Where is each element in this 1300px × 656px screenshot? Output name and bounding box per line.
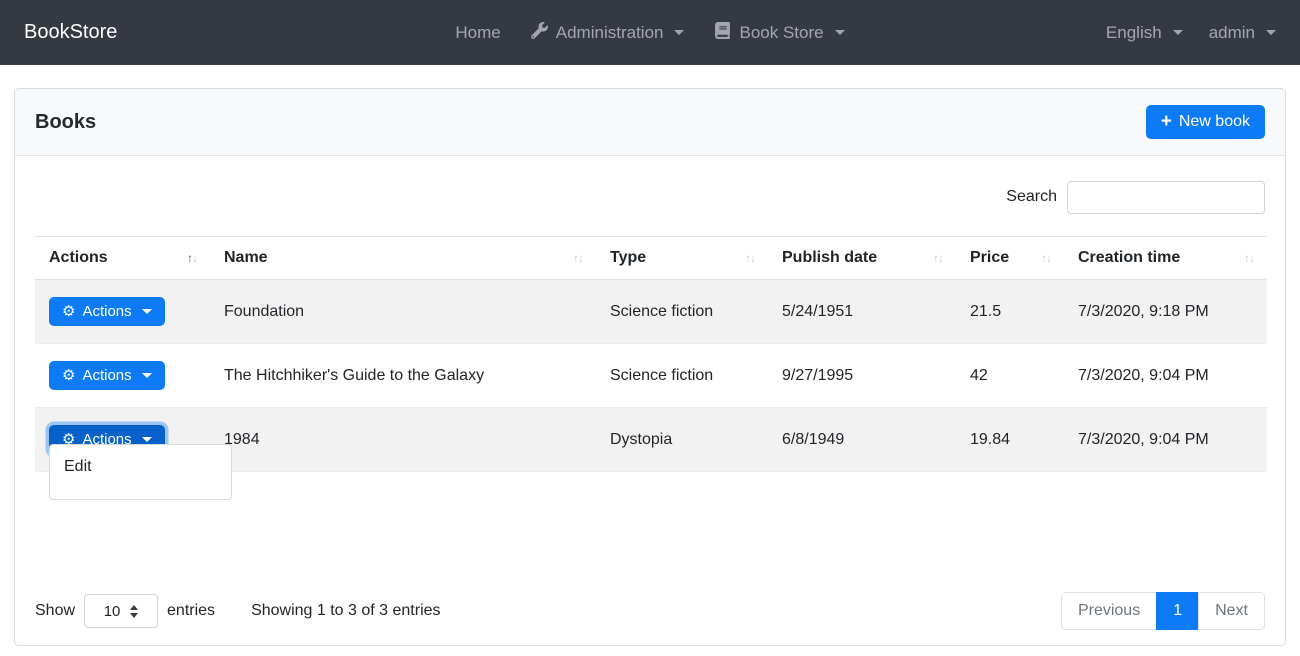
cell-name: The Hitchhiker's Guide to the Galaxy (210, 344, 596, 408)
show-label: Show (35, 602, 75, 620)
dropdown-item-edit[interactable]: Edit (50, 453, 231, 481)
sort-arrows-icon: ↑↓ (187, 251, 196, 265)
cell-type: Science fiction (596, 344, 768, 408)
nav-item-book-store[interactable]: Book Store (714, 22, 844, 44)
sort-arrows-icon: ↑↓ (1041, 251, 1050, 265)
cell-actions: ⚙ Actions (35, 280, 210, 344)
sort-arrows-icon: ↑↓ (745, 251, 754, 265)
chevron-down-icon (1266, 30, 1276, 35)
pagination-previous-button[interactable]: Previous (1061, 592, 1157, 630)
actions-dropdown-menu: Edit (49, 444, 232, 500)
page-length-control: Show 10 entries (35, 594, 215, 628)
nav-item-administration-label: Administration (556, 23, 664, 43)
table-footer: Show 10 entries Showing 1 to 3 of 3 entr… (35, 592, 1265, 630)
cell-actions: ⚙ Actions (35, 344, 210, 408)
card-header: Books + New book (15, 89, 1285, 156)
row-actions-button[interactable]: ⚙ Actions (49, 297, 165, 326)
search-input[interactable] (1067, 181, 1265, 214)
table-row: ⚙ Actions FoundationScience fiction5/24/19… (35, 280, 1267, 344)
actions-button-label: Actions (82, 303, 131, 320)
cell-publish-date: 9/27/1995 (768, 344, 956, 408)
entries-label: entries (167, 602, 215, 620)
cell-publish-date: 6/8/1949 (768, 408, 956, 472)
cell-name: Foundation (210, 280, 596, 344)
sort-arrows-icon: ↑↓ (1244, 251, 1253, 265)
navbar-menu: Home Administration Book Store (455, 22, 844, 44)
navbar-right: English admin (845, 23, 1276, 43)
cell-type: Science fiction (596, 280, 768, 344)
sort-arrows-icon: ↑↓ (933, 251, 942, 265)
cell-type: Dystopia (596, 408, 768, 472)
card-body: Search Actions↑↓Name↑↓Type↑↓Publish date… (15, 156, 1285, 630)
book-icon (714, 22, 731, 44)
pagination: Previous 1 Next (1061, 592, 1265, 630)
new-book-button[interactable]: + New book (1146, 105, 1265, 139)
cell-creation-time: 7/3/2020, 9:04 PM (1064, 344, 1267, 408)
nav-item-book-store-label: Book Store (739, 23, 823, 43)
nav-item-administration[interactable]: Administration (531, 22, 685, 44)
row-actions-button[interactable]: ⚙ Actions (49, 361, 165, 390)
table-header-row: Actions↑↓Name↑↓Type↑↓Publish date↑↓Price… (35, 237, 1267, 280)
select-arrows-icon (130, 605, 138, 618)
books-table: Actions↑↓Name↑↓Type↑↓Publish date↑↓Price… (35, 236, 1267, 472)
gear-icon: ⚙ (62, 304, 75, 319)
column-label: Actions (49, 249, 108, 267)
new-book-label: New book (1179, 113, 1250, 131)
column-label: Creation time (1078, 249, 1180, 267)
column-label: Price (970, 249, 1009, 267)
pagination-page-1-button[interactable]: 1 (1156, 592, 1199, 630)
actions-button-label: Actions (82, 367, 131, 384)
page-title: Books (35, 111, 96, 134)
caret-down-icon (142, 373, 152, 378)
cell-publish-date: 5/24/1951 (768, 280, 956, 344)
column-label: Name (224, 249, 268, 267)
column-header-publish-date[interactable]: Publish date ↑↓ (768, 237, 956, 280)
cell-creation-time: 7/3/2020, 9:04 PM (1064, 408, 1267, 472)
username-label: admin (1209, 23, 1255, 43)
cell-creation-time: 7/3/2020, 9:18 PM (1064, 280, 1267, 344)
page-size-select[interactable]: 10 (84, 594, 158, 628)
table-row: ⚙ Actions The Hitchhiker's Guide to the Ga… (35, 344, 1267, 408)
chevron-down-icon (1173, 30, 1183, 35)
pagination-next-button[interactable]: Next (1198, 592, 1265, 630)
table-info: Showing 1 to 3 of 3 entries (251, 602, 440, 620)
column-header-actions[interactable]: Actions ↑↓ (35, 237, 210, 280)
cell-price: 21.5 (956, 280, 1064, 344)
column-header-price[interactable]: Price ↑↓ (956, 237, 1064, 280)
table-toolbar: Search (35, 180, 1265, 214)
cell-price: 19.84 (956, 408, 1064, 472)
books-card: Books + New book Search Actions↑↓Name↑↓T… (14, 88, 1286, 646)
cell-price: 42 (956, 344, 1064, 408)
caret-down-icon (142, 309, 152, 314)
nav-item-home-label: Home (455, 23, 500, 43)
cell-name: 1984 (210, 408, 596, 472)
top-navbar: BookStore Home Administration Book Store… (0, 0, 1300, 65)
page-size-value: 10 (104, 603, 121, 620)
column-label: Type (610, 249, 646, 267)
column-header-creation-time[interactable]: Creation time ↑↓ (1064, 237, 1267, 280)
wrench-icon (531, 22, 548, 44)
gear-icon: ⚙ (62, 368, 75, 383)
language-dropdown[interactable]: English (1106, 23, 1183, 43)
column-label: Publish date (782, 249, 877, 267)
user-dropdown[interactable]: admin (1209, 23, 1276, 43)
nav-item-home[interactable]: Home (455, 23, 500, 43)
chevron-down-icon (835, 30, 845, 35)
language-label: English (1106, 23, 1162, 43)
table-wrapper: Actions↑↓Name↑↓Type↑↓Publish date↑↓Price… (35, 236, 1265, 472)
plus-icon: + (1161, 115, 1172, 129)
column-header-type[interactable]: Type ↑↓ (596, 237, 768, 280)
brand-logo[interactable]: BookStore (24, 21, 455, 44)
sort-arrows-icon: ↑↓ (573, 251, 582, 265)
search-label: Search (1006, 188, 1057, 206)
column-header-name[interactable]: Name ↑↓ (210, 237, 596, 280)
chevron-down-icon (674, 30, 684, 35)
caret-down-icon (142, 437, 152, 442)
